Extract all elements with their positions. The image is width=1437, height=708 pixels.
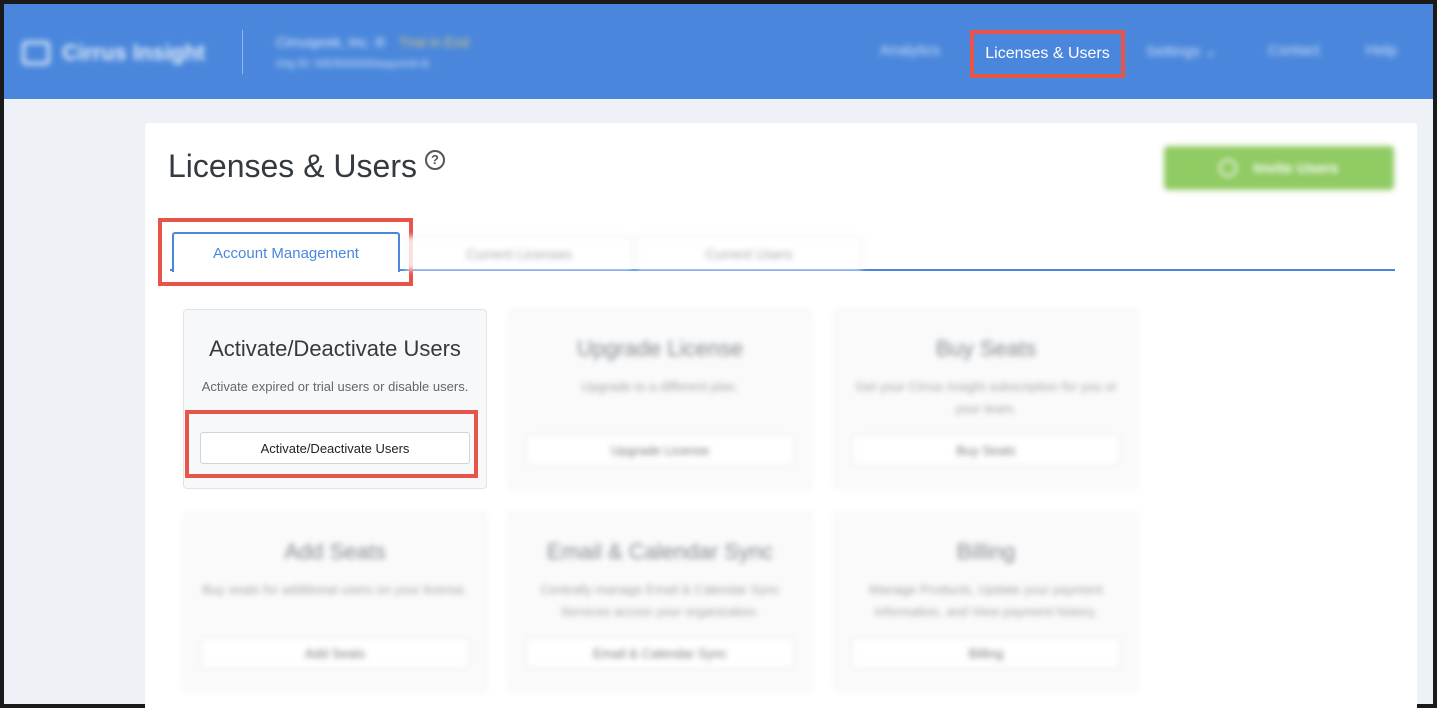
card-email-calendar-sync: Email & Calendar Sync Centrally manage E… — [508, 512, 812, 692]
card-title: Upgrade License — [576, 336, 744, 361]
card-desc: Upgrade to a different plan. — [581, 379, 739, 394]
card-desc: Centrally manage Email & Calendar Sync S… — [540, 582, 780, 619]
billing-button[interactable]: Billing — [851, 637, 1121, 669]
add-user-icon — [1219, 159, 1238, 177]
invite-users-label: Invite Users — [1253, 159, 1339, 177]
email-calendar-sync-button[interactable]: Email & Calendar Sync — [525, 637, 795, 669]
nav-licenses-users[interactable]: Licenses & Users — [970, 30, 1125, 78]
logo-icon — [22, 41, 50, 65]
upgrade-license-button[interactable]: Upgrade License — [525, 434, 795, 466]
tab-current-licenses[interactable]: Current Licenses — [405, 236, 633, 270]
card-desc: Manage Products, Update your payment inf… — [869, 582, 1103, 619]
help-icon[interactable]: ? — [424, 149, 445, 170]
card-title: Activate/Deactivate Users — [209, 336, 461, 361]
app-logo[interactable]: Cirrus Insight — [22, 40, 205, 66]
card-title: Billing — [956, 539, 1016, 564]
card-title: Buy Seats — [935, 336, 1037, 361]
page-title: Licenses & Users ? — [168, 148, 445, 185]
header-divider — [242, 30, 243, 74]
card-buy-seats: Buy Seats Get your Cirrus Insight subscr… — [834, 309, 1138, 489]
nav-settings[interactable]: Settings ⌄ — [1146, 42, 1217, 60]
tab-account-management[interactable]: Account Management — [172, 232, 400, 272]
card-title: Email & Calendar Sync — [546, 539, 774, 564]
card-upgrade-license: Upgrade License Upgrade to a different p… — [508, 309, 812, 489]
card-title: Add Seats — [284, 539, 386, 564]
nav-help[interactable]: Help — [1366, 42, 1397, 59]
company-info: Cirrusprek, Inc. ® Trial in End Org ID: … — [276, 34, 469, 71]
card-desc: Buy seats for additional users on your l… — [202, 582, 468, 597]
logo-text: Cirrus Insight — [62, 40, 206, 65]
invite-users-button[interactable]: Invite Users — [1164, 146, 1394, 190]
tab-current-users[interactable]: Current Users — [636, 236, 862, 270]
nav-analytics[interactable]: Analytics — [880, 42, 940, 59]
page-title-text: Licenses & Users — [168, 148, 417, 184]
button-highlight-box — [185, 410, 478, 478]
card-add-seats: Add Seats Buy seats for additional users… — [183, 512, 487, 692]
add-seats-button[interactable]: Add Seats — [200, 637, 470, 669]
trial-link[interactable]: Trial in End — [399, 34, 469, 50]
buy-seats-button[interactable]: Buy Seats — [851, 434, 1121, 466]
card-desc: Activate expired or trial users or disab… — [201, 379, 469, 394]
card-desc: Get your Cirrus Insight subscription for… — [855, 379, 1117, 416]
nav-contact[interactable]: Contact — [1268, 42, 1320, 59]
card-billing: Billing Manage Products, Update your pay… — [834, 512, 1138, 692]
top-header: Cirrus Insight Cirrusprek, Inc. ® Trial … — [4, 4, 1433, 99]
company-sub: Org ID: 00D5000000aayzzcb ⧉ — [276, 58, 429, 70]
company-name: Cirrusprek, Inc. ® — [276, 34, 386, 50]
